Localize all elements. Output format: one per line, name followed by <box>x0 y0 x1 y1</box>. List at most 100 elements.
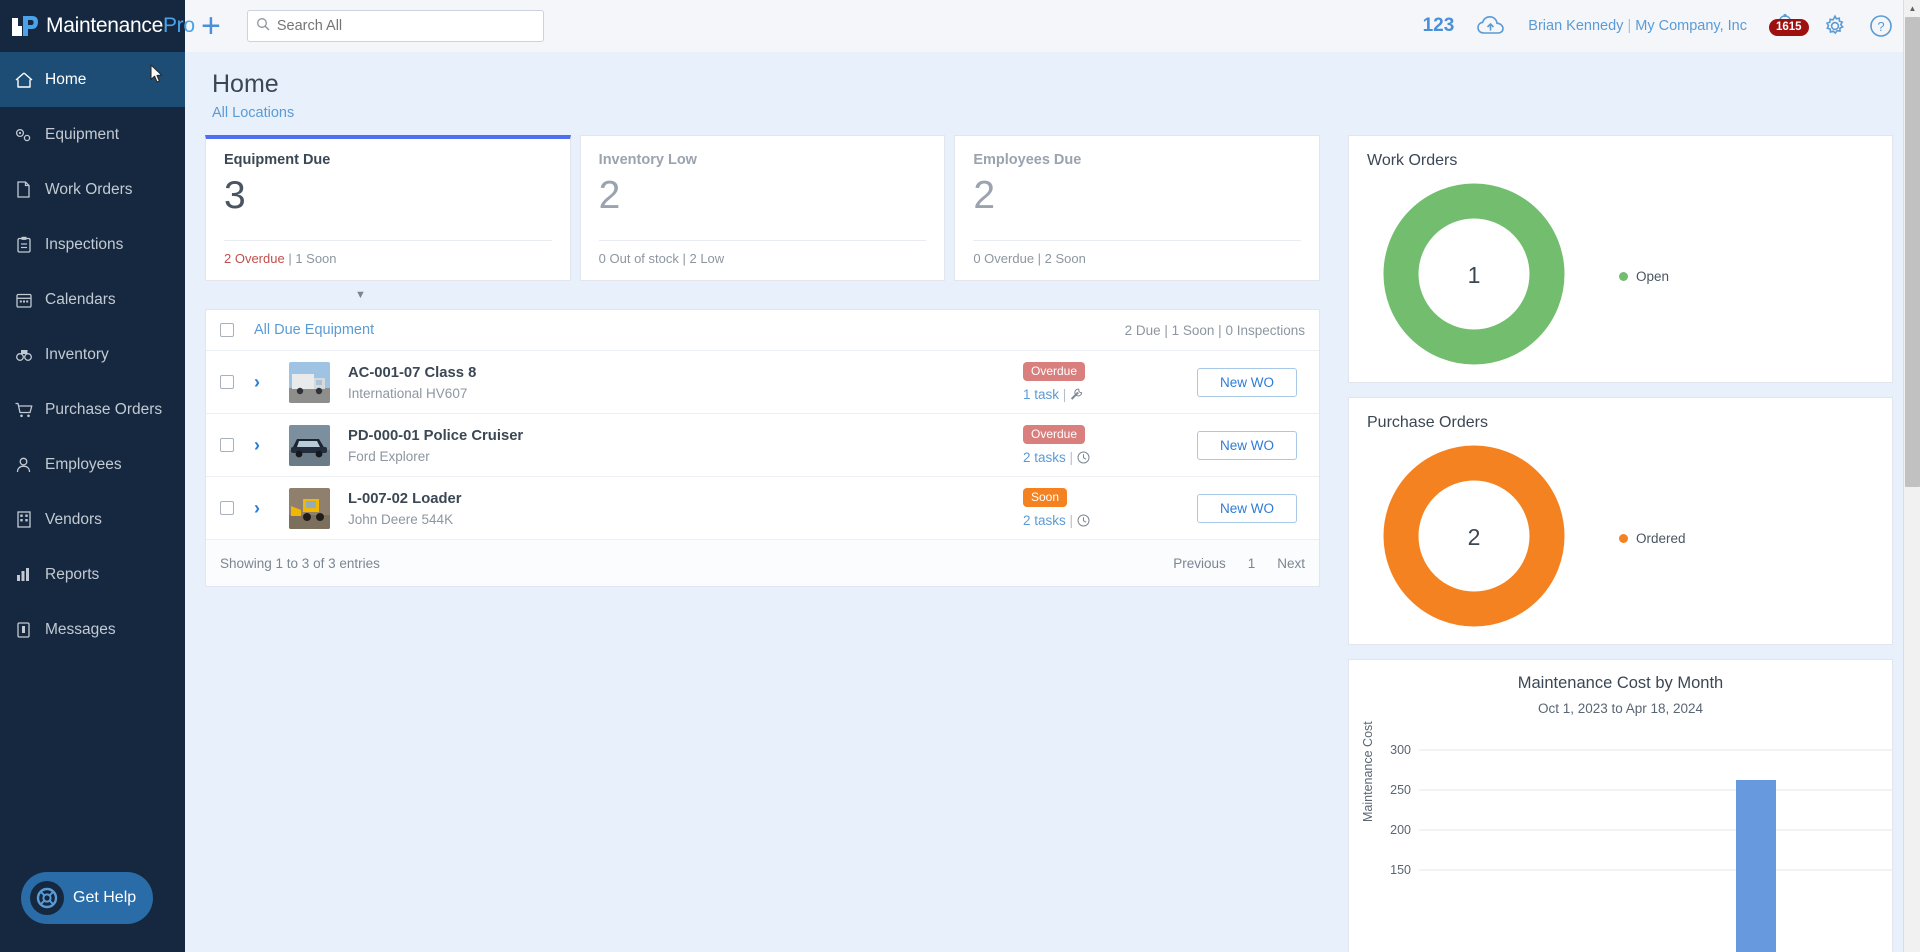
chevron-right-icon[interactable]: › <box>254 372 270 393</box>
kpi-title: Equipment Due <box>224 152 552 168</box>
sidebar-item-work-orders[interactable]: Work Orders <box>0 162 185 217</box>
chart-title: Maintenance Cost by Month <box>1349 674 1892 693</box>
main-content: Home All Locations Equipment Due 3 2 Ove… <box>185 52 1913 952</box>
app-logo[interactable]: MaintenancePro <box>0 0 185 52</box>
table-row[interactable]: › <box>206 414 1319 477</box>
help-circle-icon[interactable]: ? <box>1869 14 1893 38</box>
table-row[interactable]: › <box>206 477 1319 540</box>
sidebar-item-inspections[interactable]: Inspections <box>0 217 185 272</box>
task-count-link[interactable]: 2 tasks <box>1023 513 1066 528</box>
kpi-card-employees-due[interactable]: Employees Due 2 0 Overdue | 2 Soon <box>954 135 1320 281</box>
wrench-icon[interactable] <box>1070 387 1083 402</box>
y-tick-150: 150 <box>1390 863 1411 877</box>
user-account-link[interactable]: Brian Kennedy | My Company, Inc <box>1528 18 1747 34</box>
kpi-footer: 2 Overdue | 1 Soon <box>224 240 552 266</box>
pagination-previous[interactable]: Previous <box>1173 556 1226 571</box>
sidebar-item-label: Inspections <box>45 236 123 254</box>
sidebar-item-employees[interactable]: Employees <box>0 437 185 492</box>
credits-count[interactable]: 123 <box>1423 15 1455 37</box>
work-orders-panel: Work Orders 1 Open <box>1348 135 1893 383</box>
row-tasks: 2 tasks | <box>1023 513 1197 528</box>
table-footer: Showing 1 to 3 of 3 entries Previous 1 N… <box>206 540 1319 586</box>
scrollbar-thumb[interactable] <box>1905 17 1920 487</box>
sidebar-item-inventory[interactable]: Inventory <box>0 327 185 382</box>
purchase-orders-center-value: 2 <box>1468 524 1481 550</box>
kpi-card-equipment-due[interactable]: Equipment Due 3 2 Overdue | 1 Soon <box>205 135 571 281</box>
kpi-footer: 0 Out of stock | 2 Low <box>599 240 927 266</box>
sidebar-nav: Home Equipment Work Orders Inspections C <box>0 52 185 952</box>
add-new-button[interactable]: + <box>201 9 221 43</box>
sidebar-item-messages[interactable]: Messages <box>0 602 185 657</box>
user-name: Brian Kennedy <box>1528 18 1623 34</box>
scroll-up-arrow-icon[interactable]: ▲ <box>1904 0 1920 17</box>
sidebar-item-vendors[interactable]: Vendors <box>0 492 185 547</box>
kpi-foot-secondary: 1 Soon <box>295 251 336 266</box>
left-column: Equipment Due 3 2 Overdue | 1 Soon Inven… <box>205 135 1320 952</box>
clock-icon[interactable] <box>1077 450 1090 465</box>
maintenance-cost-chart-panel: Maintenance Cost by Month Oct 1, 2023 to… <box>1348 659 1893 952</box>
task-count-link[interactable]: 1 task <box>1023 387 1059 402</box>
sidebar-item-reports[interactable]: Reports <box>0 547 185 602</box>
sidebar-item-equipment[interactable]: Equipment <box>0 107 185 162</box>
new-wo-button[interactable]: New WO <box>1197 494 1297 523</box>
sidebar-item-home[interactable]: Home <box>0 52 185 107</box>
chart-svg: 300 250 200 150 <box>1349 730 1893 952</box>
task-count-link[interactable]: 2 tasks <box>1023 450 1066 465</box>
sidebar-item-purchase-orders[interactable]: Purchase Orders <box>0 382 185 437</box>
right-column: Work Orders 1 Open <box>1348 135 1893 952</box>
kpi-foot-primary: 0 Out of stock <box>599 251 679 266</box>
sidebar-item-calendars[interactable]: Calendars <box>0 272 185 327</box>
due-equipment-panel: All Due Equipment 2 Due | 1 Soon | 0 Ins… <box>205 309 1320 587</box>
sidebar-item-label: Employees <box>45 456 122 474</box>
clock-icon[interactable] <box>1077 513 1090 528</box>
row-action: New WO <box>1197 431 1297 460</box>
location-filter-link[interactable]: All Locations <box>212 105 1913 121</box>
task-separator: | <box>1063 387 1067 402</box>
table-row[interactable]: › <box>206 351 1319 414</box>
expand-caret-row: ▼ <box>205 285 1320 303</box>
work-orders-donut-wrap: 1 Open <box>1349 170 1892 382</box>
chevron-down-icon[interactable]: ▼ <box>355 289 366 301</box>
equipment-name: L-007-02 Loader <box>348 491 461 507</box>
purchase-orders-panel: Purchase Orders 2 Ordered <box>1348 397 1893 645</box>
gears-icon <box>14 127 33 143</box>
message-icon <box>14 622 33 638</box>
new-wo-button[interactable]: New WO <box>1197 368 1297 397</box>
legend-label: Ordered <box>1636 531 1686 546</box>
pagination-page-1[interactable]: 1 <box>1248 556 1256 571</box>
row-checkbox[interactable] <box>220 375 234 389</box>
clipboard-icon <box>14 236 33 253</box>
kpi-value: 3 <box>224 175 552 217</box>
chart-plot-area: Maintenance Cost 300 250 200 150 <box>1349 730 1892 952</box>
cloud-upload-icon[interactable] <box>1476 15 1506 37</box>
chevron-right-icon[interactable]: › <box>254 435 270 456</box>
person-icon <box>14 457 33 473</box>
equipment-model: Ford Explorer <box>348 449 748 464</box>
kpi-foot-secondary: 2 Soon <box>1045 251 1086 266</box>
kpi-foot-sep: | <box>1034 251 1045 266</box>
chevron-right-icon[interactable]: › <box>254 498 270 519</box>
boxes-icon <box>14 347 33 362</box>
row-checkbox[interactable] <box>220 438 234 452</box>
equipment-info: L-007-02 Loader John Deere 544K <box>348 490 748 527</box>
page-scrollbar[interactable]: ▲ <box>1903 0 1920 952</box>
settings-gear-icon[interactable] <box>1823 14 1847 38</box>
kpi-card-inventory-low[interactable]: Inventory Low 2 0 Out of stock | 2 Low <box>580 135 946 281</box>
notification-count-badge: 1615 <box>1769 19 1809 36</box>
all-due-equipment-link[interactable]: All Due Equipment <box>254 322 374 338</box>
row-checkbox[interactable] <box>220 501 234 515</box>
select-all-checkbox[interactable] <box>220 323 234 337</box>
work-orders-donut-chart[interactable]: 1 <box>1383 183 1565 370</box>
kpi-foot-secondary: 2 Low <box>689 251 724 266</box>
global-search[interactable] <box>247 10 544 42</box>
maintenancepro-logo-icon <box>10 12 40 40</box>
get-help-button[interactable]: Get Help <box>21 872 153 924</box>
get-help-label: Get Help <box>73 889 136 907</box>
application-root: MaintenancePro + 123 Brian Kennedy | My … <box>0 0 1920 952</box>
notifications-button[interactable]: 1615 <box>1769 13 1801 39</box>
pagination-next[interactable]: Next <box>1277 556 1305 571</box>
purchase-orders-donut-chart[interactable]: 2 <box>1383 445 1565 632</box>
new-wo-button[interactable]: New WO <box>1197 431 1297 460</box>
building-icon <box>14 511 33 528</box>
search-input[interactable] <box>277 18 535 34</box>
